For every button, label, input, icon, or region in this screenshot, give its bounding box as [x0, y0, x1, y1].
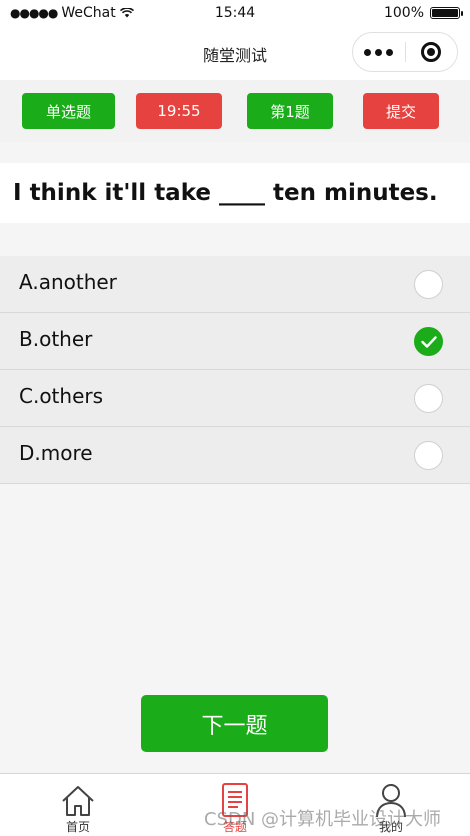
question-text: I think it'll take ____ ten minutes.: [13, 180, 438, 206]
option-label: C.others: [19, 384, 104, 408]
close-icon[interactable]: [406, 42, 458, 62]
tab-label: 首页: [65, 820, 90, 834]
next-question-button[interactable]: 下一题: [141, 695, 328, 752]
watermark-text: CSDN @计算机毕业设计大师: [204, 809, 442, 830]
option-label: B.other: [19, 327, 93, 351]
battery-icon: [430, 7, 463, 19]
question-card: I think it'll take ____ ten minutes.: [0, 163, 470, 223]
question-number-button[interactable]: 第1题: [247, 93, 333, 129]
battery-percent: 100%: [383, 5, 424, 21]
tab-home[interactable]: 首页: [38, 778, 118, 835]
miniprogram-capsule: [352, 32, 458, 72]
timer-badge: 19:55: [136, 93, 222, 129]
more-icon[interactable]: [353, 48, 405, 56]
submit-button[interactable]: 提交: [363, 93, 439, 129]
radio-button[interactable]: [414, 270, 443, 299]
option-item[interactable]: B.other: [0, 313, 470, 370]
option-item[interactable]: A.another: [0, 256, 470, 313]
option-item[interactable]: C.others: [0, 370, 470, 427]
status-bar: ●●●●● WeChat 15:44 100%: [0, 0, 470, 28]
option-item[interactable]: D.more: [0, 427, 470, 484]
options-list: A.another B.other C.others D.more: [0, 256, 470, 484]
question-type-button[interactable]: 单选题: [22, 93, 115, 129]
option-label: A.another: [19, 270, 117, 294]
radio-button[interactable]: [414, 441, 443, 470]
radio-button[interactable]: [414, 384, 443, 413]
quiz-toolbar: 单选题 19:55 第1题 提交: [0, 80, 470, 142]
home-icon: [38, 778, 118, 818]
status-right: 100%: [383, 5, 463, 21]
option-label: D.more: [19, 441, 93, 465]
navigation-bar: 随堂测试: [0, 28, 470, 80]
radio-checked-icon[interactable]: [414, 327, 443, 356]
